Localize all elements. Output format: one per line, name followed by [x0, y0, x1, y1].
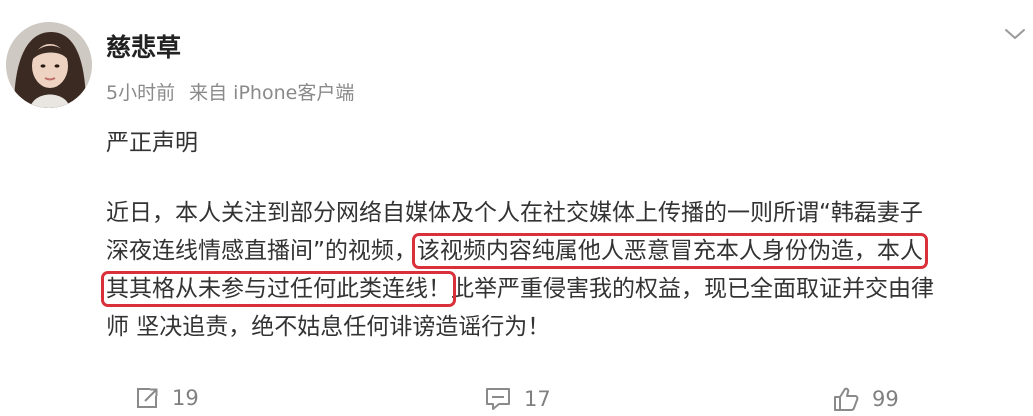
- like-icon: [834, 387, 859, 411]
- body-line-4: 师 坚决追责，绝不姑息任何诽谤造谣行为！: [106, 314, 551, 340]
- like-button[interactable]: 99: [832, 386, 899, 412]
- body-line-2: 深夜连线情感直播间”的视频，该视频内容纯属他人恶意冒充本人身份伪造，本人: [106, 232, 1033, 270]
- post-meta: 5小时前 来自 iPhone客户端: [106, 80, 354, 106]
- post-heading: 严正声明: [106, 130, 198, 156]
- action-bar: 19 17 99: [0, 386, 1033, 416]
- more-menu-button[interactable]: [1003, 24, 1027, 44]
- highlighted-text-1: 该视频内容纯属他人恶意冒充本人身份伪造，本人: [411, 233, 928, 269]
- highlighted-text-2: 其其格从未参与过任何此类连线！: [101, 271, 456, 307]
- avatar[interactable]: [6, 22, 92, 108]
- like-count: 99: [872, 387, 899, 411]
- comment-button[interactable]: 17: [484, 386, 551, 412]
- body-line-1: 近日，本人关注到部分网络自媒体及个人在社交媒体上传播的一则所谓“韩磊妻子: [106, 200, 923, 226]
- username[interactable]: 慈悲草: [106, 32, 181, 64]
- post-source: 来自 iPhone客户端: [189, 82, 355, 104]
- comment-icon: [486, 388, 510, 410]
- repost-button[interactable]: 19: [134, 386, 199, 410]
- repost-count: 19: [172, 386, 199, 410]
- body-line-3: 其其格从未参与过任何此类连线！此举严重侵害我的权益，现已全面取证并交由律: [101, 270, 1033, 308]
- post-body: 近日，本人关注到部分网络自媒体及个人在社交媒体上传播的一则所谓“韩磊妻子 深夜连…: [101, 194, 1033, 346]
- body-line-2-text: 深夜连线情感直播间”的视频，: [106, 238, 417, 264]
- body-line-3-text: 此举严重侵害我的权益，现已全面取证并交由律: [451, 276, 934, 302]
- comment-count: 17: [524, 387, 551, 411]
- post-time: 5小时前: [106, 82, 176, 104]
- repost-icon: [137, 388, 158, 408]
- chevron-down-icon: [1005, 29, 1025, 39]
- avatar-image: [6, 22, 92, 108]
